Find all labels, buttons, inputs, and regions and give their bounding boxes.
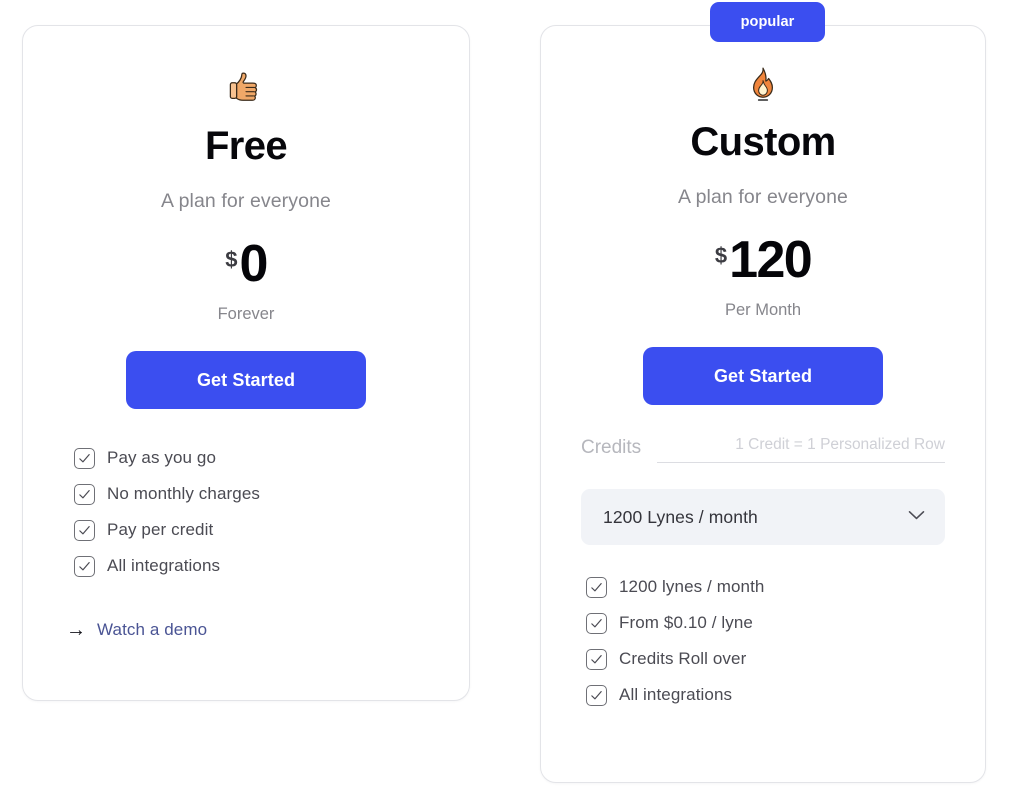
check-icon[interactable] (74, 555, 95, 577)
feature-label: Pay per credit (107, 520, 214, 540)
watch-demo-label: Watch a demo (97, 620, 208, 640)
price-custom: $ 120 (581, 231, 945, 289)
credits-select[interactable]: 1200 Lynes / month (581, 489, 945, 546)
watch-demo-link[interactable]: → Watch a demo (66, 620, 207, 640)
plan-title-free: Free (204, 124, 288, 168)
custom-card-content: Custom A plan for everyone $ 120 Per Mon… (541, 26, 985, 713)
plan-subtitle-custom: A plan for everyone (678, 186, 848, 208)
pricing-card-custom: Custom A plan for everyone $ 120 Per Mon… (540, 25, 986, 783)
fire-emoji (581, 64, 945, 108)
feature-label: 1200 lynes / month (619, 577, 765, 597)
feature-label: All integrations (107, 556, 221, 576)
feature-label: All integrations (619, 685, 733, 705)
credits-note-wrap: 1 Credit = 1 Personalized Row (657, 435, 945, 464)
check-icon[interactable] (74, 483, 95, 505)
list-item: All integrations (74, 548, 429, 584)
list-item: Credits Roll over (586, 641, 945, 677)
credits-select-value: 1200 Lynes / month (603, 506, 758, 527)
price-amount-custom: 120 (729, 231, 813, 289)
check-icon[interactable] (74, 519, 95, 541)
feature-list-custom: 1200 lynes / month From $0.10 / lyne Cre… (581, 569, 945, 713)
free-card-content: Free A plan for everyone $ 0 Forever Get… (23, 26, 469, 640)
check-icon[interactable] (586, 648, 607, 670)
arrow-right-icon: → (66, 619, 86, 642)
thumbs-up-emoji (63, 68, 429, 112)
price-period-custom: Per Month (724, 301, 802, 320)
popular-badge: popular (710, 2, 825, 42)
check-icon[interactable] (586, 576, 607, 598)
price-amount-free: 0 (239, 235, 268, 293)
get-started-button-custom[interactable]: Get Started (643, 347, 883, 406)
list-item: From $0.10 / lyne (586, 605, 945, 641)
list-item: All integrations (586, 677, 945, 713)
pricing-card-free: Free A plan for everyone $ 0 Forever Get… (22, 25, 470, 701)
pricing-page: Free A plan for everyone $ 0 Forever Get… (0, 0, 1024, 795)
credits-note: 1 Credit = 1 Personalized Row (735, 436, 945, 454)
list-item: Pay as you go (74, 440, 429, 476)
price-currency-free: $ (225, 247, 238, 272)
price-currency-custom: $ (714, 243, 728, 268)
feature-list-free: Pay as you go No monthly charges Pay per… (63, 440, 429, 584)
check-icon[interactable] (586, 684, 607, 706)
list-item: No monthly charges (74, 476, 429, 512)
plan-subtitle-free: A plan for everyone (161, 190, 331, 212)
feature-label: Credits Roll over (619, 649, 747, 669)
credits-header: Credits 1 Credit = 1 Personalized Row (581, 435, 945, 464)
price-period-free: Forever (217, 305, 275, 324)
credits-label: Credits (581, 437, 642, 459)
check-icon[interactable] (74, 447, 95, 469)
feature-label: Pay as you go (107, 448, 217, 468)
plan-title-custom: Custom (690, 120, 836, 164)
feature-label: No monthly charges (107, 484, 260, 504)
list-item: Pay per credit (74, 512, 429, 548)
price-free: $ 0 (63, 235, 429, 293)
get-started-button-free[interactable]: Get Started (126, 351, 366, 410)
feature-label: From $0.10 / lyne (619, 613, 753, 633)
check-icon[interactable] (586, 612, 607, 634)
list-item: 1200 lynes / month (586, 569, 945, 605)
chevron-down-icon[interactable] (908, 508, 925, 526)
